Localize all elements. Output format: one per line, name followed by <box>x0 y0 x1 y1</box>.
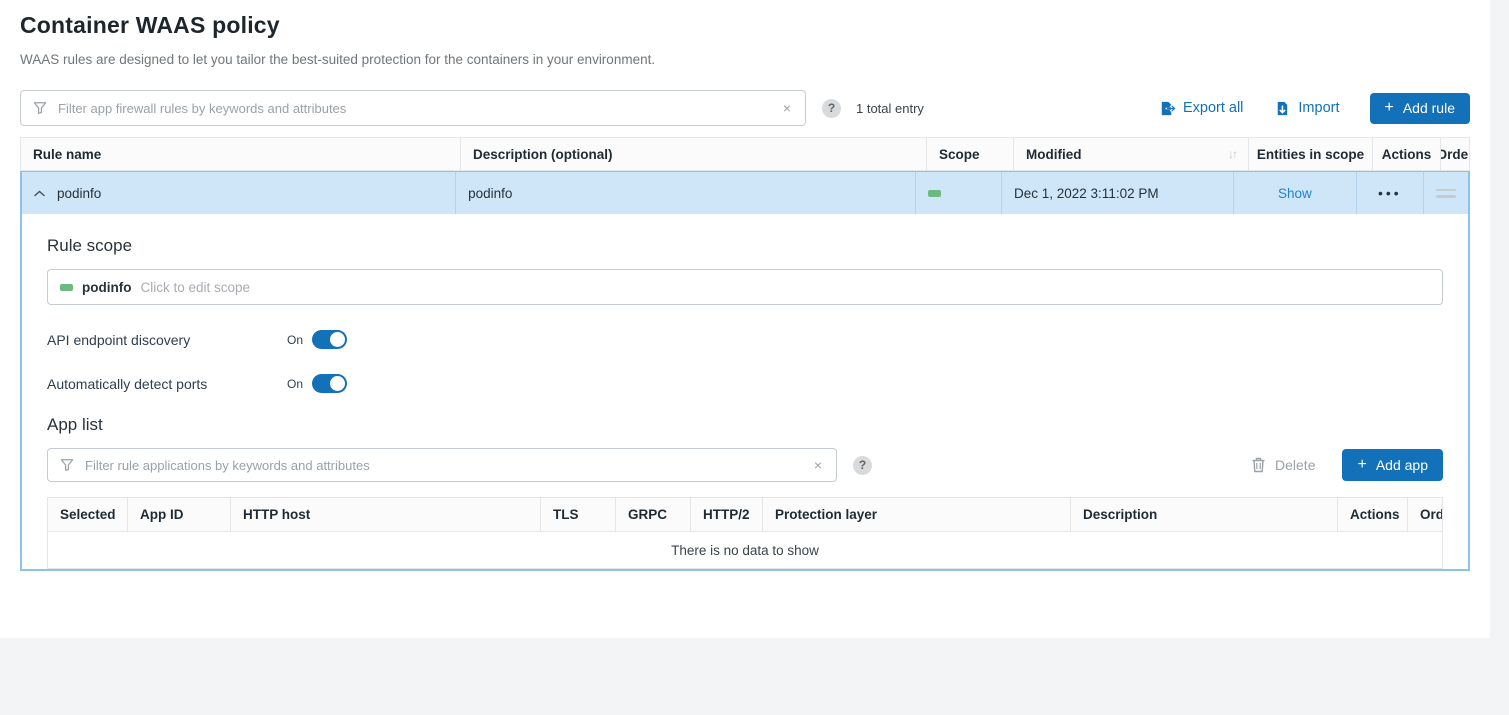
api-endpoint-discovery-toggle[interactable] <box>312 330 347 349</box>
auto-detect-ports-label: Automatically detect ports <box>47 376 287 392</box>
trash-icon <box>1251 457 1266 473</box>
app-filter-clear-icon[interactable]: × <box>812 456 824 474</box>
rules-help-icon[interactable]: ? <box>822 99 841 118</box>
page-subtitle: WAAS rules are designed to let you tailo… <box>20 52 1470 67</box>
col-rule-name[interactable]: Rule name <box>21 138 461 170</box>
rules-table: Rule name Description (optional) Scope M… <box>20 137 1470 571</box>
import-button[interactable]: Import <box>1273 100 1339 117</box>
rules-filter-box[interactable]: × <box>20 90 806 126</box>
col-grpc[interactable]: GRPC <box>616 498 691 531</box>
app-filter-input[interactable] <box>83 457 812 474</box>
scope-collection-name: podinfo <box>82 280 131 295</box>
rule-scope-heading: Rule scope <box>47 236 1443 256</box>
filter-funnel-icon <box>33 101 47 115</box>
add-rule-button[interactable]: + Add rule <box>1370 93 1471 124</box>
col-selected[interactable]: Selected <box>48 498 128 531</box>
add-rule-label: Add rule <box>1403 100 1455 116</box>
col-app-description[interactable]: Description <box>1071 498 1338 531</box>
add-app-label: Add app <box>1376 457 1428 473</box>
main-content-surface: Container WAAS policy WAAS rules are des… <box>0 0 1490 638</box>
app-filter-box[interactable]: × <box>47 448 837 482</box>
delete-app-label: Delete <box>1275 457 1315 473</box>
api-endpoint-discovery-label: API endpoint discovery <box>47 332 287 348</box>
auto-detect-ports-state: On <box>287 377 303 391</box>
auto-detect-ports-row: Automatically detect ports On <box>47 374 1443 393</box>
scope-edit-placeholder: Click to edit scope <box>140 280 250 295</box>
app-toolbar-actions: Delete + Add app <box>1251 449 1443 481</box>
rule-modified-cell: Dec 1, 2022 3:11:02 PM <box>1002 172 1234 214</box>
rule-description-cell: podinfo <box>456 172 916 214</box>
col-protection-layer[interactable]: Protection layer <box>763 498 1071 531</box>
rules-table-header: Rule name Description (optional) Scope M… <box>20 137 1470 171</box>
col-http2[interactable]: HTTP/2 <box>691 498 763 531</box>
sort-arrows-icon[interactable]: ↓↑ <box>1228 147 1236 161</box>
col-app-order[interactable]: Order <box>1408 498 1442 531</box>
add-app-button[interactable]: + Add app <box>1342 449 1443 481</box>
rule-actions-cell: ••• <box>1357 172 1424 214</box>
total-entries-label: 1 total entry <box>856 101 924 116</box>
drag-handle-icon[interactable] <box>1436 189 1456 198</box>
import-icon <box>1273 100 1290 117</box>
row-actions-menu-icon[interactable]: ••• <box>1378 185 1402 201</box>
col-description[interactable]: Description (optional) <box>461 138 927 170</box>
col-order[interactable]: Order <box>1441 138 1469 170</box>
collection-chip-icon <box>60 284 73 291</box>
page-title: Container WAAS policy <box>20 12 1470 39</box>
rule-scope-cell <box>916 172 1002 214</box>
api-endpoint-discovery-row: API endpoint discovery On <box>47 330 1443 349</box>
app-list-toolbar: × ? Delete + Add app <box>47 448 1443 482</box>
rule-name-value: podinfo <box>57 186 101 201</box>
rule-name-cell: podinfo <box>22 172 456 214</box>
rule-detail-panel: Rule scope podinfo Click to edit scope A… <box>22 236 1468 569</box>
app-help-icon[interactable]: ? <box>853 456 872 475</box>
col-modified[interactable]: Modified ↓↑ <box>1014 138 1249 170</box>
plus-icon: + <box>1357 457 1366 473</box>
export-all-button[interactable]: Export all <box>1158 100 1243 117</box>
expanded-rule-container: podinfo podinfo Dec 1, 2022 3:11:02 PM S… <box>20 171 1470 571</box>
col-scope[interactable]: Scope <box>927 138 1014 170</box>
export-all-label: Export all <box>1183 100 1243 116</box>
rules-filter-clear-icon[interactable]: × <box>781 99 793 117</box>
rules-filter-input[interactable] <box>56 100 781 117</box>
auto-detect-ports-toggle[interactable] <box>312 374 347 393</box>
rule-order-cell <box>1424 172 1468 214</box>
app-table-header: Selected App ID HTTP host TLS GRPC HTTP/… <box>48 498 1442 532</box>
empty-state-message: There is no data to show <box>48 532 1442 568</box>
app-list-table: Selected App ID HTTP host TLS GRPC HTTP/… <box>47 497 1443 569</box>
delete-app-button[interactable]: Delete <box>1251 457 1315 473</box>
app-list-heading: App list <box>47 415 1443 435</box>
plus-icon: + <box>1385 100 1394 116</box>
col-tls[interactable]: TLS <box>541 498 616 531</box>
scope-editor[interactable]: podinfo Click to edit scope <box>47 269 1443 305</box>
export-icon <box>1158 100 1175 117</box>
import-label: Import <box>1298 100 1339 116</box>
filter-funnel-icon <box>60 458 74 472</box>
rule-entities-cell: Show <box>1234 172 1357 214</box>
rules-toolbar: × ? 1 total entry Export all Import + Ad… <box>20 90 1470 126</box>
col-app-id[interactable]: App ID <box>128 498 231 531</box>
col-entities-in-scope[interactable]: Entities in scope <box>1249 138 1373 170</box>
col-app-actions[interactable]: Actions <box>1338 498 1408 531</box>
rules-toolbar-actions: Export all Import + Add rule <box>1128 93 1470 124</box>
col-http-host[interactable]: HTTP host <box>231 498 541 531</box>
collapse-chevron-icon[interactable] <box>34 190 45 197</box>
table-row[interactable]: podinfo podinfo Dec 1, 2022 3:11:02 PM S… <box>22 172 1468 214</box>
api-endpoint-discovery-state: On <box>287 333 303 347</box>
col-actions[interactable]: Actions <box>1373 138 1441 170</box>
collection-chip-icon <box>928 190 941 197</box>
show-entities-link[interactable]: Show <box>1278 186 1312 201</box>
